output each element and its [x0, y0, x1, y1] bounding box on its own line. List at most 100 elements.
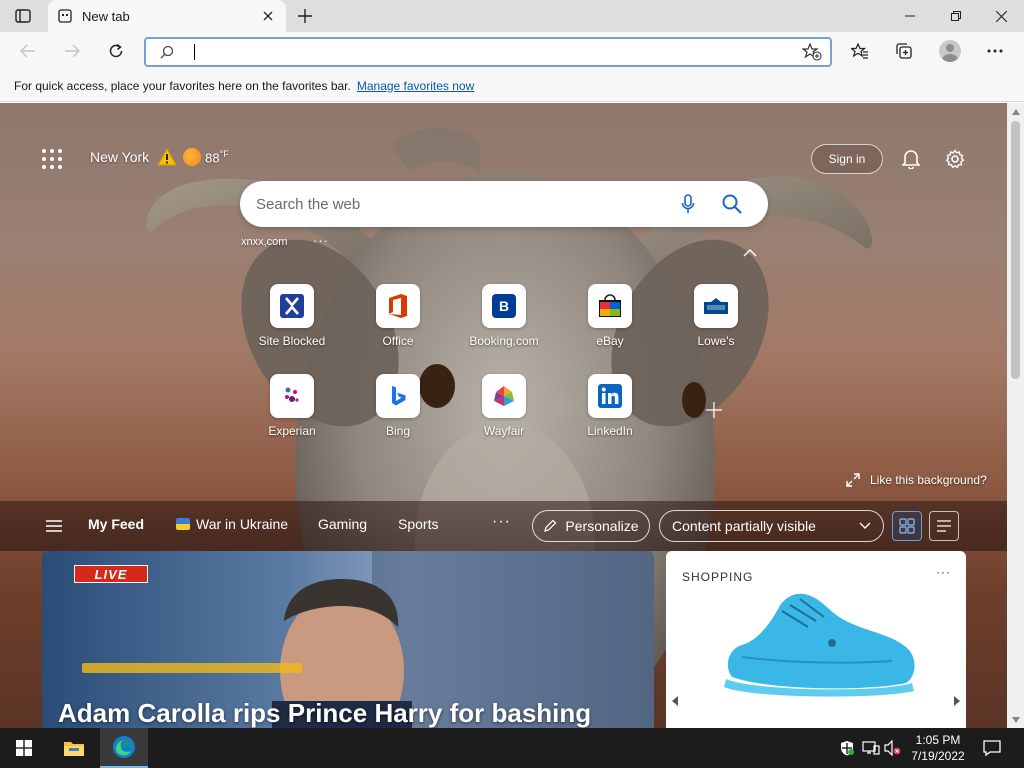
favorites-bar: For quick access, place your favorites h…	[0, 70, 1024, 102]
feed-tab-war-in-ukraine[interactable]: War in Ukraine	[176, 516, 288, 532]
chevron-left-icon[interactable]	[670, 695, 680, 707]
web-search-submit-button[interactable]	[720, 192, 744, 216]
scroll-up-arrow-icon[interactable]	[1011, 107, 1020, 116]
minimize-button[interactable]	[887, 0, 933, 32]
list-icon	[937, 520, 951, 532]
quick-link-wayfair[interactable]: Wayfair	[459, 374, 549, 438]
minimize-icon	[905, 15, 915, 17]
quick-link-lowes[interactable]: Lowe's	[671, 284, 761, 348]
taskbar-clock[interactable]: 1:05 PM 7/19/2022	[904, 732, 972, 764]
start-button[interactable]	[0, 728, 48, 768]
lowes-icon	[694, 284, 738, 328]
expand-arrow-icon	[846, 473, 860, 487]
address-bar[interactable]	[144, 37, 832, 67]
folder-icon	[64, 742, 84, 756]
chevron-right-icon[interactable]	[952, 695, 962, 707]
notifications-button[interactable]	[898, 146, 924, 172]
chevron-up-icon[interactable]	[742, 247, 758, 259]
news-headline[interactable]: Adam Carolla rips Prince Harry for bashi…	[58, 698, 591, 728]
like-background-button[interactable]: Like this background?	[846, 473, 987, 487]
voice-search-button[interactable]	[676, 192, 700, 216]
app-launcher-button[interactable]	[40, 147, 64, 171]
list-layout-button[interactable]	[929, 511, 959, 541]
windows-taskbar: 1:05 PM 7/19/2022	[0, 728, 1024, 768]
back-button[interactable]	[12, 36, 44, 66]
page-scrollbar[interactable]	[1007, 103, 1024, 728]
sign-in-button[interactable]: Sign in	[811, 144, 883, 174]
shopping-card[interactable]: SHOPPING ···	[666, 551, 966, 728]
grid-layout-button[interactable]	[892, 511, 922, 541]
network-icon[interactable]	[862, 739, 880, 757]
feed-tab-sports[interactable]: Sports	[398, 516, 438, 532]
content-visibility-dropdown[interactable]: Content partially visible	[659, 510, 884, 542]
bing-icon	[376, 374, 420, 418]
refresh-icon	[109, 43, 123, 58]
suggestion-more-button[interactable]: ···	[313, 233, 329, 248]
like-background-label: Like this background?	[870, 473, 987, 487]
app-launcher-icon	[42, 149, 62, 169]
taskbar-edge[interactable]	[100, 728, 148, 768]
content-visibility-value: Content partially visible	[672, 518, 816, 534]
tab-new-tab[interactable]: New tab	[48, 0, 286, 32]
add-favorite-icon[interactable]	[802, 43, 822, 61]
refresh-button[interactable]	[100, 36, 132, 66]
news-card[interactable]: LIVE Adam Carolla rips Prince Harry for …	[42, 551, 654, 728]
quick-link-bing[interactable]: Bing	[353, 374, 443, 438]
personalize-button[interactable]: Personalize	[532, 510, 650, 542]
new-tab-button[interactable]	[292, 4, 318, 28]
web-search-box[interactable]	[240, 181, 768, 227]
collections-icon	[896, 43, 912, 59]
feed-tab-my-feed[interactable]: My Feed	[88, 516, 144, 532]
feed-more-button[interactable]: ···	[492, 513, 511, 531]
quick-link-experian[interactable]: Experian	[247, 374, 337, 438]
shopping-card-more-button[interactable]: ···	[936, 565, 951, 579]
sneaker-image	[724, 593, 915, 697]
quick-link-label: Booking.com	[469, 334, 539, 348]
add-site-plus-icon[interactable]	[704, 400, 724, 420]
page-settings-button[interactable]	[942, 146, 968, 172]
close-window-button[interactable]	[978, 0, 1024, 32]
notification-center-icon[interactable]	[982, 738, 1002, 758]
quick-link-site-blocked[interactable]: Site Blocked	[247, 284, 337, 348]
tab-actions-button[interactable]	[8, 4, 38, 28]
recent-search-suggestion[interactable]: xnxx,com	[241, 236, 287, 248]
chevron-down-icon	[859, 522, 871, 529]
scrollbar-thumb[interactable]	[1011, 121, 1020, 379]
address-input[interactable]	[192, 42, 752, 62]
linkedin-icon	[588, 374, 632, 418]
warning-icon	[157, 148, 178, 166]
forward-arrow-icon	[65, 44, 80, 58]
experian-icon	[270, 374, 314, 418]
weather-temperature: 88°F	[205, 148, 229, 166]
news-ticker-stripe	[82, 663, 302, 673]
weather-widget[interactable]: New York 88°F	[90, 148, 229, 166]
ukraine-flag-icon	[176, 518, 190, 530]
forward-button[interactable]	[56, 36, 88, 66]
manage-favorites-link[interactable]: Manage favorites now	[357, 79, 474, 93]
feed-tab-gaming[interactable]: Gaming	[318, 516, 367, 532]
favorites-button[interactable]	[844, 36, 876, 66]
menu-icon[interactable]	[44, 518, 64, 534]
quick-link-booking[interactable]: B Booking.com	[459, 284, 549, 348]
tab-strip: New tab	[0, 0, 1024, 32]
collections-button[interactable]	[888, 36, 920, 66]
taskbar-file-explorer[interactable]	[50, 728, 98, 768]
quick-link-linkedin[interactable]: LinkedIn	[565, 374, 655, 438]
settings-and-more-button[interactable]	[979, 36, 1011, 66]
restore-icon	[951, 11, 961, 21]
tab-close-button[interactable]	[256, 4, 280, 28]
web-search-input[interactable]	[256, 193, 656, 215]
gear-icon	[945, 149, 965, 169]
restore-button[interactable]	[933, 0, 979, 32]
volume-muted-icon[interactable]	[884, 739, 902, 757]
live-badge: LIVE	[74, 565, 148, 583]
pencil-icon	[544, 519, 557, 532]
quick-link-office[interactable]: Office	[353, 284, 443, 348]
booking-icon: B	[482, 284, 526, 328]
profile-button[interactable]	[934, 36, 966, 66]
quick-link-ebay[interactable]: eBay	[565, 284, 655, 348]
quick-link-label: Office	[382, 334, 414, 348]
security-icon[interactable]	[838, 739, 856, 757]
office-icon	[376, 284, 420, 328]
scroll-down-arrow-icon[interactable]	[1011, 715, 1020, 724]
